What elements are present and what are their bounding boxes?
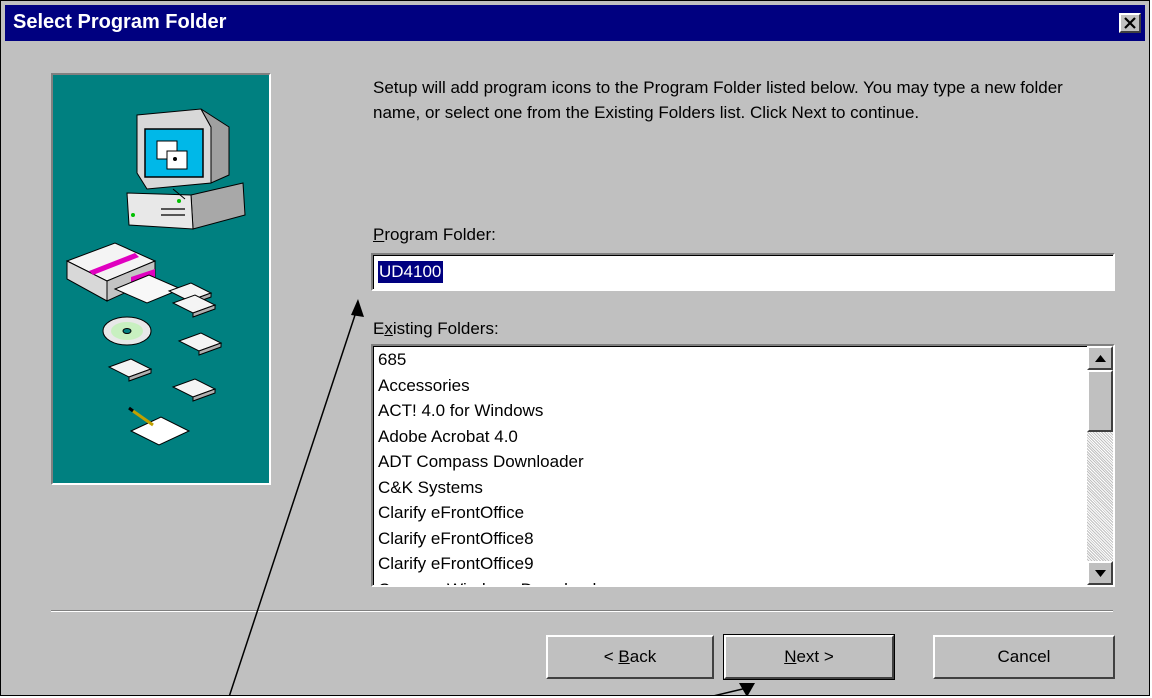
computer-icon xyxy=(126,108,246,230)
next-button[interactable]: Next > xyxy=(723,634,895,680)
button-separator xyxy=(51,610,1113,612)
scroll-thumb[interactable] xyxy=(1087,370,1113,432)
close-button[interactable] xyxy=(1119,13,1141,33)
scroll-up-button[interactable] xyxy=(1087,346,1113,370)
scroll-down-arrow-icon xyxy=(1095,570,1106,577)
list-item[interactable]: ACT! 4.0 for Windows xyxy=(378,398,1078,424)
close-icon xyxy=(1124,17,1136,29)
setup-illustration xyxy=(51,73,271,485)
setup-box-icon xyxy=(65,242,183,304)
vertical-scrollbar[interactable] xyxy=(1087,346,1113,585)
list-item[interactable]: C&K Systems xyxy=(378,475,1078,501)
list-item[interactable]: ADT Compass Downloader xyxy=(378,449,1078,475)
existing-folders-label: Existing Folders: xyxy=(373,319,499,338)
program-folder-value: UD4100 xyxy=(378,261,444,283)
list-item[interactable]: Adobe Acrobat 4.0 xyxy=(378,424,1078,450)
list-item[interactable]: 685 xyxy=(378,347,1078,373)
setup-dialog: Select Program Folder Setup will add pro… xyxy=(0,0,1150,696)
existing-folders-list[interactable]: 685 Accessories ACT! 4.0 for Windows Ado… xyxy=(371,344,1115,587)
list-item[interactable]: Compaq Windows Downloader xyxy=(378,577,1078,586)
program-folder-label: Program Folder: xyxy=(373,225,496,244)
list-item[interactable]: Clarify eFrontOffice8 xyxy=(378,526,1078,552)
scroll-up-arrow-icon xyxy=(1095,355,1106,362)
instructions-text: Setup will add program icons to the Prog… xyxy=(373,78,1063,122)
list-item[interactable]: Accessories xyxy=(378,373,1078,399)
back-button[interactable]: < Back xyxy=(546,635,714,679)
program-folder-input[interactable]: UD4100 xyxy=(371,253,1115,291)
title-bar: Select Program Folder xyxy=(5,5,1145,41)
annotation-arrow-to-next-button xyxy=(714,683,755,695)
dialog-title: Select Program Folder xyxy=(13,11,227,33)
document-pencil-icon xyxy=(128,406,191,446)
cancel-button[interactable]: Cancel xyxy=(933,635,1115,679)
cd-icon xyxy=(102,316,152,346)
list-item[interactable]: Clarify eFrontOffice xyxy=(378,500,1078,526)
list-item[interactable]: Clarify eFrontOffice9 xyxy=(378,551,1078,577)
scroll-down-button[interactable] xyxy=(1087,561,1113,585)
